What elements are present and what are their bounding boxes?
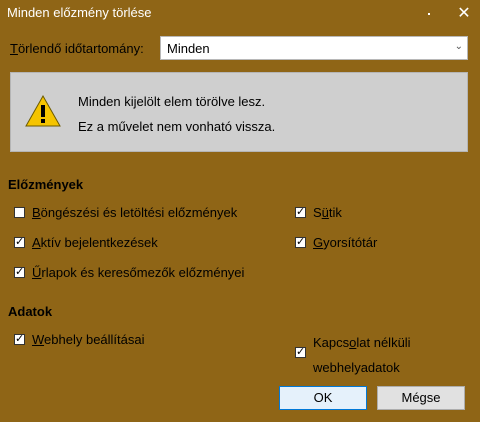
data-heading: Adatok xyxy=(8,304,53,319)
checkbox-label-prefix: Kapcs xyxy=(313,335,350,350)
checkbox-label-text: lat nélküli xyxy=(356,335,411,350)
checkbox-label-text: rlapok és keresőmezők előzményei xyxy=(41,264,245,280)
checkbox-box[interactable]: ✓ xyxy=(14,266,25,278)
time-range-value: Minden xyxy=(167,41,210,56)
range-label-mnemonic: T xyxy=(10,41,18,56)
window-title: Minden előzmény törlése xyxy=(7,5,152,20)
checkbox-label-mnemonic: W xyxy=(32,331,45,347)
title-bar: Minden előzmény törlése ✕ xyxy=(0,0,480,28)
close-button[interactable]: ✕ xyxy=(452,2,476,26)
checkbox-label: Gyorsítótár xyxy=(313,235,377,250)
ok-button[interactable]: OK xyxy=(279,386,367,410)
checkbox-label: Űrlapok és keresőmezők előzményei xyxy=(32,265,244,280)
checkbox-label-text: öngészési és letöltési előzmények xyxy=(40,204,238,220)
checkbox-label-prefix: S xyxy=(313,204,322,220)
checkbox-site-settings[interactable]: ✓ Webhely beállításai xyxy=(14,330,145,348)
checkbox-offline-website-data-label: Kapcsolat nélküli webhelyadatok xyxy=(313,330,411,380)
history-heading: Előzmények xyxy=(8,177,84,192)
range-label-text: örlendő időtartomány: xyxy=(17,41,144,56)
checkbox-label-text: ktív bejelentkezések xyxy=(40,234,158,250)
cancel-button[interactable]: Mégse xyxy=(377,386,465,410)
checkbox-label-text: tik xyxy=(328,204,342,220)
checkbox-box[interactable]: ✓ xyxy=(14,333,25,345)
warning-line-1: Minden kijelölt elem törölve lesz. xyxy=(78,94,266,109)
checkbox-box[interactable] xyxy=(14,206,25,218)
checkbox-label: Sütik xyxy=(313,205,342,220)
checkbox-cookies[interactable]: ✓ Sütik xyxy=(295,203,342,221)
title-bar-dot xyxy=(428,13,430,15)
time-range-select[interactable]: Minden ⌄ xyxy=(160,36,468,60)
checkbox-box[interactable]: ✓ xyxy=(295,236,306,248)
checkbox-cache[interactable]: ✓ Gyorsítótár xyxy=(295,233,377,251)
checkbox-browsing-history[interactable]: Böngészési és letöltési előzmények xyxy=(14,203,237,221)
checkbox-label-mnemonic: G xyxy=(313,234,324,250)
checkbox-label-text: ebhely beállításai xyxy=(44,331,145,347)
warning-icon xyxy=(25,95,61,127)
checkbox-form-search-history[interactable]: ✓ Űrlapok és keresőmezők előzményei xyxy=(14,263,244,281)
checkbox-label-line-1: Kapcsolat nélküli xyxy=(313,330,411,355)
checkbox-box[interactable]: ✓ xyxy=(14,236,25,248)
checkbox-label-mnemonic: Ű xyxy=(32,264,42,280)
checkbox-label: Aktív bejelentkezések xyxy=(32,235,158,250)
checkbox-box[interactable]: ✓ xyxy=(295,206,306,218)
warning-box: Minden kijelölt elem törölve lesz. Ez a … xyxy=(10,72,468,152)
checkbox-label: Böngészési és letöltési előzmények xyxy=(32,205,237,220)
checkbox-label-mnemonic: ü xyxy=(321,204,329,220)
checkbox-label-mnemonic: A xyxy=(32,234,41,250)
checkbox-label-text: yorsítótár xyxy=(323,234,378,250)
warning-line-2: Ez a művelet nem vonható vissza. xyxy=(78,119,276,134)
range-label: Törlendő időtartomány: xyxy=(10,41,144,56)
checkbox-label-line-2: webhelyadatok xyxy=(313,360,400,375)
chevron-down-icon: ⌄ xyxy=(454,41,463,52)
checkbox-label: Webhely beállításai xyxy=(32,332,145,347)
checkbox-box[interactable]: ✓ xyxy=(295,346,306,358)
checkbox-offline-website-data[interactable]: ✓ xyxy=(295,343,313,361)
checkbox-label-mnemonic: B xyxy=(32,204,41,220)
checkbox-active-logins[interactable]: ✓ Aktív bejelentkezések xyxy=(14,233,158,251)
